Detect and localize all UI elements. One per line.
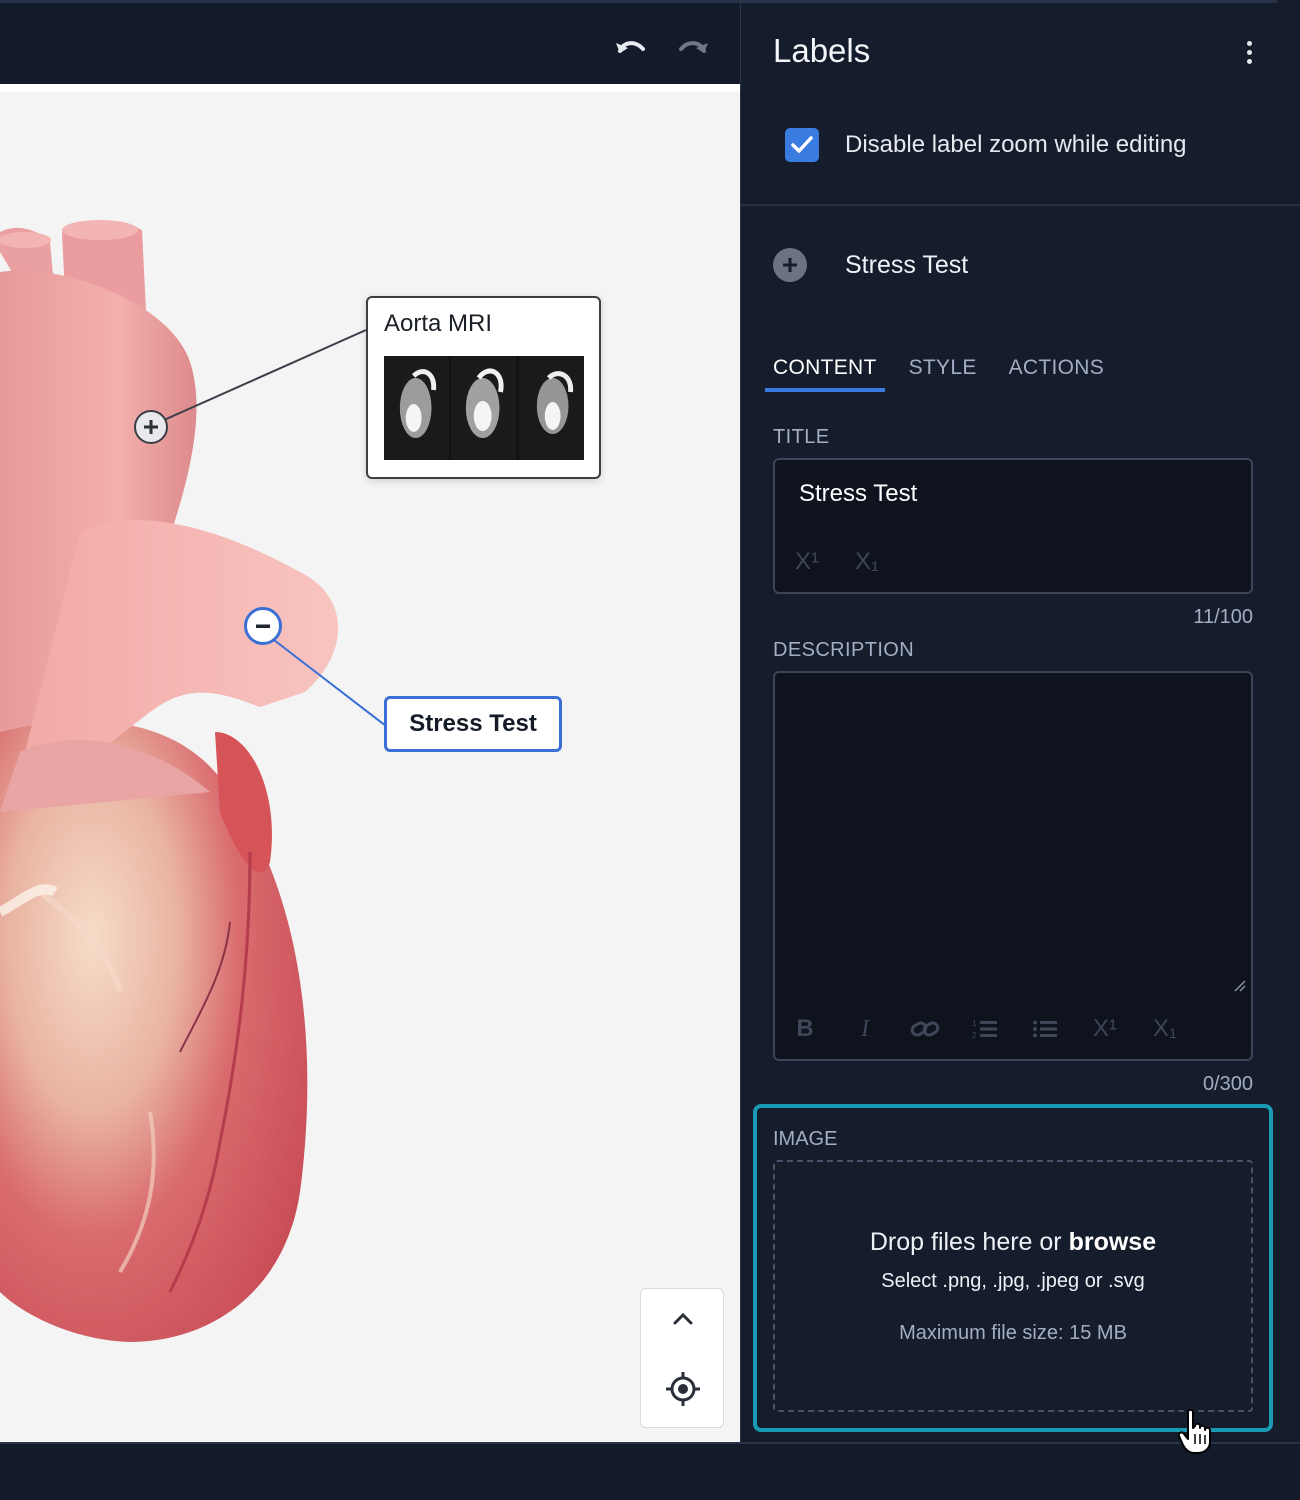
title-char-counter: 11/100 bbox=[1193, 606, 1253, 628]
camera-nav-widget bbox=[640, 1288, 724, 1428]
stress-test-label-text: Stress Test bbox=[409, 710, 537, 737]
resize-handle-icon[interactable] bbox=[1233, 979, 1247, 993]
image-field-label: IMAGE bbox=[773, 1128, 838, 1150]
bullet-list-icon bbox=[1033, 1020, 1057, 1038]
mri-thumbnail-strip bbox=[384, 356, 584, 460]
model-viewport[interactable]: Aorta MRI Stress Test bbox=[0, 84, 740, 1442]
title-format-toolbar: X¹ X₁ bbox=[777, 544, 897, 580]
dropzone-prompt: Drop files here or bbox=[869, 1228, 1062, 1256]
dropzone-formats: Select .png, .jpg, .jpeg or .svg bbox=[881, 1270, 1145, 1292]
link-button[interactable] bbox=[895, 1011, 955, 1047]
label-item-name: Stress Test bbox=[845, 250, 969, 279]
plus-circle-icon[interactable] bbox=[773, 248, 807, 282]
disable-zoom-option: Disable label zoom while editing bbox=[785, 128, 1187, 162]
hand-cursor-icon bbox=[1177, 1408, 1211, 1454]
link-icon bbox=[910, 1021, 940, 1037]
aorta-label-pin[interactable] bbox=[134, 410, 168, 444]
more-vertical-icon[interactable] bbox=[1235, 36, 1263, 68]
dropzone-text: Drop files here or browse bbox=[775, 1228, 1251, 1257]
tab-style[interactable]: STYLE bbox=[901, 356, 985, 392]
superscript-button[interactable]: X¹ bbox=[1075, 1011, 1135, 1047]
check-icon bbox=[791, 136, 813, 153]
chevron-up-icon bbox=[673, 1312, 693, 1325]
aorta-mri-label[interactable]: Aorta MRI bbox=[366, 296, 601, 479]
undo-icon bbox=[616, 41, 645, 53]
image-dropzone[interactable]: Drop files here or browse Select .png, .… bbox=[773, 1160, 1253, 1412]
panel-divider bbox=[741, 204, 1300, 206]
redo-button[interactable] bbox=[674, 29, 714, 65]
title-input[interactable]: Stress Test X¹ X₁ bbox=[773, 458, 1253, 594]
label-item-header: Stress Test bbox=[773, 248, 968, 282]
superscript-button[interactable]: X¹ bbox=[777, 544, 837, 580]
aorta-mri-title: Aorta MRI bbox=[384, 310, 493, 337]
disable-zoom-label: Disable label zoom while editing bbox=[845, 131, 1187, 158]
dropzone-max-size: Maximum file size: 15 MB bbox=[899, 1322, 1127, 1344]
title-input-value: Stress Test bbox=[799, 480, 918, 507]
bullet-list-button[interactable] bbox=[1015, 1011, 1075, 1047]
subscript-button[interactable]: X₁ bbox=[837, 544, 897, 580]
disable-zoom-checkbox[interactable] bbox=[785, 128, 819, 162]
bottom-bar bbox=[0, 1442, 1300, 1500]
bold-button[interactable]: B bbox=[775, 1011, 835, 1047]
ordered-list-button[interactable]: 1 2 bbox=[955, 1011, 1015, 1047]
stress-test-label-pin[interactable] bbox=[244, 607, 282, 645]
svg-text:1: 1 bbox=[972, 1019, 977, 1028]
panel-top-border bbox=[741, 0, 1277, 3]
browse-link[interactable]: browse bbox=[1069, 1228, 1157, 1256]
tab-actions[interactable]: ACTIONS bbox=[1001, 356, 1112, 392]
heart-model-image[interactable] bbox=[0, 92, 740, 1442]
description-input[interactable]: B I 1 2 X¹ X₁ bbox=[773, 671, 1253, 1061]
label-tabs: CONTENT STYLE ACTIONS bbox=[765, 356, 1128, 396]
mri-thumbnail bbox=[384, 356, 450, 460]
svg-text:2: 2 bbox=[972, 1031, 977, 1040]
labels-panel: Labels Disable label zoom while editing … bbox=[740, 0, 1300, 1442]
ordered-list-icon: 1 2 bbox=[972, 1019, 997, 1040]
description-char-counter: 0/300 bbox=[1202, 1073, 1253, 1095]
image-field-section: IMAGE Drop files here or browse Select .… bbox=[753, 1104, 1273, 1432]
mri-thumbnail bbox=[451, 356, 517, 460]
mri-thumbnail bbox=[518, 356, 584, 460]
target-icon bbox=[666, 1372, 700, 1406]
title-field-label: TITLE bbox=[773, 426, 830, 448]
undo-button[interactable] bbox=[610, 29, 650, 65]
viewport-toolbar bbox=[0, 0, 740, 84]
minus-icon bbox=[256, 624, 270, 628]
subscript-button[interactable]: X₁ bbox=[1135, 1011, 1195, 1047]
plus-icon bbox=[783, 258, 797, 272]
redo-icon bbox=[679, 41, 708, 53]
description-format-toolbar: B I 1 2 X¹ X₁ bbox=[775, 1011, 1195, 1047]
camera-up-button[interactable] bbox=[641, 1297, 725, 1341]
plus-icon bbox=[144, 420, 158, 434]
recenter-button[interactable] bbox=[641, 1361, 725, 1417]
stress-test-label[interactable]: Stress Test bbox=[384, 696, 562, 752]
app-root: Aorta MRI Stress Test Labels Disable lab… bbox=[0, 0, 1300, 1500]
tab-content[interactable]: CONTENT bbox=[765, 356, 885, 392]
panel-title: Labels bbox=[773, 32, 871, 69]
description-field-label: DESCRIPTION bbox=[773, 639, 915, 661]
italic-button[interactable]: I bbox=[835, 1011, 895, 1047]
